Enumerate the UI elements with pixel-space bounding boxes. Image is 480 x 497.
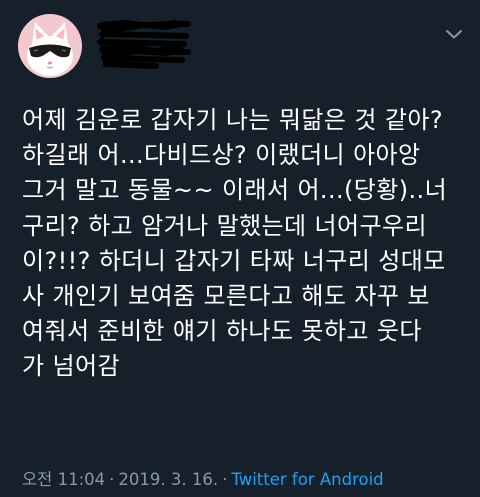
tweet-text-line: 하길래 어...다비드상? 이랬더니 아아앙 (22, 141, 421, 170)
tweet-date[interactable]: 2019. 3. 16. (118, 470, 218, 489)
meta-separator: · (222, 470, 228, 489)
tweet-source-link[interactable]: Twitter for Android (231, 470, 383, 489)
tweet-text: 어제 김운로 갑자기 나는 뭐닮은 것 같아? 하길래 어...다비드상? 이랬… (22, 103, 472, 385)
meta-separator: · (109, 470, 115, 489)
tweet-text-line: 이?!!? 하더니 갑자기 타짜 너구리 성대모 (22, 246, 446, 275)
tweet-text-line: 여줘서 준비한 얘기 하나도 못하고 웃다 (22, 317, 422, 346)
redaction-scribble-icon (97, 20, 191, 69)
tweet-text-line: 사 개인기 보여줌 모른다고 해도 자꾸 보 (22, 282, 430, 311)
redacted-display-name (96, 14, 194, 70)
tweet-metadata: 오전 11:04 · 2019. 3. 16. · Twitter for Androi… (22, 470, 384, 490)
tweet-text-line: 그거 말고 동물~~ 이래서 어...(당황)..너 (22, 176, 448, 205)
tweet-time[interactable]: 오전 11:04 (22, 470, 105, 489)
cat-avatar-icon (27, 22, 73, 76)
avatar[interactable] (18, 14, 82, 78)
tweet-text-line: 구리? 하고 암거나 말했는데 너어구우리 (22, 211, 427, 240)
tweet-text-line: 어제 김운로 갑자기 나는 뭐닮은 것 같아? (22, 106, 443, 134)
chevron-down-icon[interactable] (442, 22, 466, 46)
tweet-card: 어제 김운로 갑자기 나는 뭐닮은 것 같아? 하길래 어...다비드상? 이랬… (0, 0, 480, 497)
tweet-text-line: 가 넘어감 (22, 352, 120, 381)
